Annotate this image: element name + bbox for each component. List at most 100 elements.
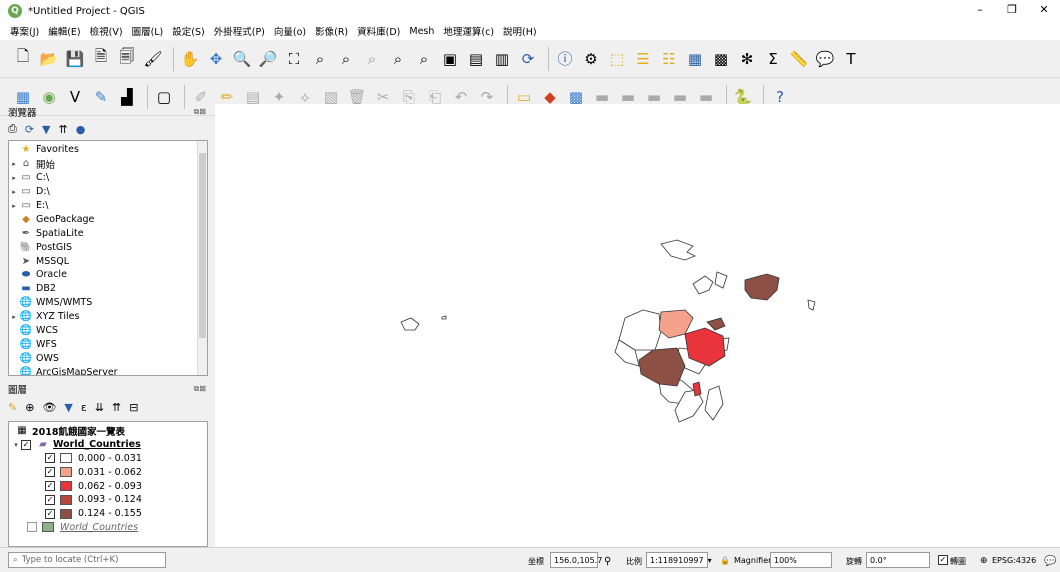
expand-arrow-icon[interactable]: ▸	[9, 160, 19, 168]
filter-expression-icon[interactable]: ε	[81, 401, 87, 414]
zoom-native-icon[interactable]: ⌕	[361, 48, 383, 70]
save-project-icon[interactable]: 💾	[64, 48, 86, 70]
layer-row-world-countries[interactable]: ▾ ✓ ▰ World_Countries	[9, 438, 207, 452]
select-by-value-icon[interactable]: ☰	[632, 48, 654, 70]
menu-plugins[interactable]: 外掛程式(P)	[214, 24, 265, 38]
browser-item[interactable]: ▸ ▭ E:\	[9, 199, 207, 213]
map-canvas[interactable]	[215, 104, 1060, 547]
browser-scrollbar[interactable]	[197, 141, 207, 375]
collapse-all-icon[interactable]: ⇈	[112, 401, 121, 414]
legend-class-row[interactable]: ✓ 0.062 - 0.093	[9, 479, 207, 493]
legend-class-row[interactable]: ✓ 0.000 - 0.031	[9, 452, 207, 466]
styling-icon[interactable]: ✎	[8, 401, 17, 414]
expand-all-icon[interactable]: ⇊	[95, 401, 104, 414]
globe-icon[interactable]: ⊕	[980, 556, 988, 566]
class-visibility-checkbox[interactable]: ✓	[45, 508, 55, 519]
menu-raster[interactable]: 影像(R)	[315, 24, 348, 38]
filter-icon[interactable]: ▼	[42, 123, 50, 136]
filter-legend-icon[interactable]: ▼	[64, 401, 72, 414]
collapse-all-icon[interactable]: ⇈	[59, 123, 68, 136]
attribute-table-icon[interactable]: ▦	[684, 48, 706, 70]
restore-button[interactable]: ❐	[1000, 3, 1024, 19]
open-project-icon[interactable]: 📂	[38, 48, 60, 70]
browser-item[interactable]: ▸ 🌐 XYZ Tiles	[9, 310, 207, 324]
menu-processing[interactable]: 地理運算(c)	[443, 24, 494, 38]
new-project-icon[interactable]: 🗋	[12, 47, 34, 70]
menu-edit[interactable]: 編輯(E)	[48, 24, 80, 38]
legend-class-row[interactable]: ✓ 0.093 - 0.124	[9, 493, 207, 507]
menu-help[interactable]: 說明(H)	[503, 24, 537, 38]
class-visibility-checkbox[interactable]: ✓	[45, 481, 55, 492]
layer-row-table[interactable]: ▦ 2018飢餓國家一覽表	[9, 424, 207, 438]
zoom-selection-icon[interactable]: ⌕	[309, 48, 331, 70]
minimize-button[interactable]: –	[968, 3, 992, 19]
refresh-icon[interactable]: ⟳	[25, 123, 34, 136]
browser-item[interactable]: ▸ ▭ C:\	[9, 171, 207, 185]
browser-item[interactable]: 🌐 OWS	[9, 351, 207, 365]
properties-icon[interactable]: ●	[76, 123, 86, 136]
zoom-out-icon[interactable]: 🔎	[257, 48, 279, 70]
map-svg[interactable]	[215, 104, 1060, 547]
pan-icon[interactable]: ✋	[179, 48, 201, 70]
country-polygon[interactable]	[638, 347, 686, 387]
pan-to-selection-icon[interactable]: ✥	[205, 48, 227, 70]
locator-search-input[interactable]: ⌕ Type to locate (Ctrl+K)	[8, 552, 166, 568]
country-polygon[interactable]	[744, 273, 780, 301]
zoom-last-icon[interactable]: ⌕	[387, 48, 409, 70]
statistics-icon[interactable]: Σ	[762, 48, 784, 70]
manage-themes-icon[interactable]: 👁	[42, 401, 56, 414]
browser-item[interactable]: ▸ ⌂ 開始	[9, 157, 207, 171]
zoom-next-icon[interactable]: ⌕	[413, 48, 435, 70]
magnifier-spinbox[interactable]: 100%	[770, 552, 832, 568]
coordinate-field[interactable]: 156.0,105.7	[550, 552, 602, 568]
menu-database[interactable]: 資料庫(D)	[357, 24, 400, 38]
actions-icon[interactable]: ⚙	[580, 48, 602, 70]
collapse-arrow-icon[interactable]: ▾	[11, 441, 21, 449]
zoom-full-icon[interactable]: ⛶	[283, 48, 305, 70]
render-checkbox[interactable]: ✓	[938, 555, 948, 565]
messages-icon[interactable]: 💬	[1044, 556, 1056, 567]
new-3d-view-icon[interactable]: ▤	[465, 48, 487, 70]
add-selected-icon[interactable]: ⎙	[8, 122, 17, 136]
menu-layer[interactable]: 圖層(L)	[132, 24, 164, 38]
refresh-icon[interactable]: ⟳	[517, 48, 539, 70]
browser-item[interactable]: ◆ GeoPackage	[9, 212, 207, 226]
panel-float-close-icon[interactable]: ⧉⊠	[194, 384, 206, 394]
browser-item[interactable]: ➤ MSSQL	[9, 254, 207, 268]
expand-arrow-icon[interactable]: ▸	[9, 174, 19, 182]
browser-item[interactable]: 🌐 WCS	[9, 324, 207, 338]
scale-combobox[interactable]: 1:118910997 ▾	[646, 552, 712, 568]
menu-view[interactable]: 檢視(V)	[90, 24, 123, 38]
add-group-icon[interactable]: ⊕	[25, 401, 34, 414]
measure-icon[interactable]: 📏	[788, 48, 810, 70]
select-features-icon[interactable]: ⬚	[606, 48, 628, 70]
layout-manager-icon[interactable]: 🗐	[116, 47, 138, 70]
deselect-icon[interactable]: ☷	[658, 48, 680, 70]
class-visibility-checkbox[interactable]: ✓	[45, 467, 55, 478]
country-polygon[interactable]	[706, 317, 726, 331]
toggle-extents-icon[interactable]: ⚲	[604, 556, 611, 567]
bookmark-icon[interactable]: ▥	[491, 48, 513, 70]
browser-item[interactable]: ★ Favorites	[9, 143, 207, 157]
legend-class-row[interactable]: ✓ 0.031 - 0.062	[9, 465, 207, 479]
browser-item[interactable]: 🌐 WMS/WMTS	[9, 296, 207, 310]
class-visibility-checkbox[interactable]: ✓	[45, 453, 55, 464]
identify-icon[interactable]: ⓘ	[554, 48, 576, 70]
new-map-view-icon[interactable]: ▣	[439, 48, 461, 70]
menu-vector[interactable]: 向量(o)	[274, 24, 306, 38]
class-visibility-checkbox[interactable]: ✓	[45, 494, 55, 505]
browser-item[interactable]: ▸ ▭ D:\	[9, 185, 207, 199]
browser-item[interactable]: ⬬ Oracle	[9, 268, 207, 282]
lock-scale-icon[interactable]: 🔒	[720, 556, 730, 565]
browser-item[interactable]: 🌐 ArcGisMapServer	[9, 365, 207, 375]
layer-row-world-countries-2[interactable]: World_Countries	[9, 521, 207, 535]
close-button[interactable]: ✕	[1032, 3, 1056, 19]
browser-item[interactable]: ✒ SpatiaLite	[9, 226, 207, 240]
menu-settings[interactable]: 設定(S)	[172, 24, 204, 38]
menu-project[interactable]: 專案(J)	[10, 24, 39, 38]
expand-arrow-icon[interactable]: ▸	[9, 202, 19, 210]
text-annotation-icon[interactable]: T	[840, 48, 862, 70]
map-tips-icon[interactable]: 💬	[814, 48, 836, 70]
layer-visibility-checkbox[interactable]: ✓	[21, 439, 31, 450]
remove-layer-icon[interactable]: ⊟	[129, 401, 138, 414]
